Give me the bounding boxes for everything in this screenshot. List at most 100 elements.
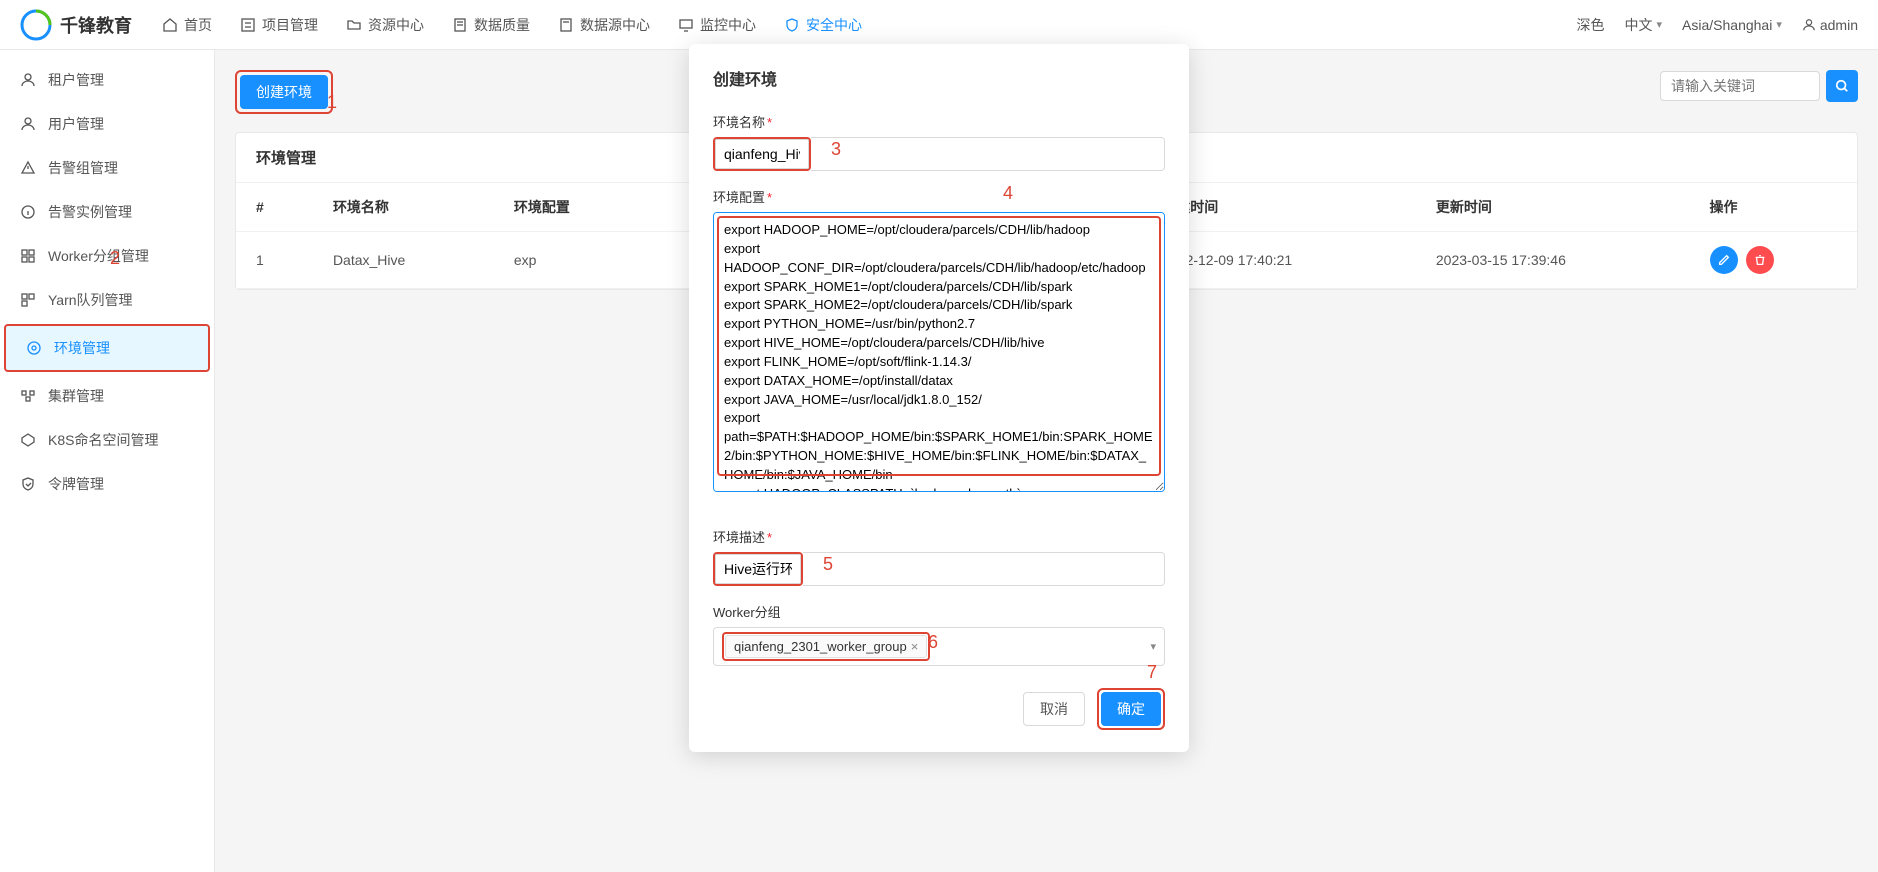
- ok-highlight: 确定: [1097, 688, 1165, 730]
- cell-name: Datax_Hive: [313, 232, 494, 289]
- sidebar-item-yarn-queue[interactable]: Yarn队列管理: [0, 278, 214, 322]
- sidebar-item-token[interactable]: 令牌管理: [0, 462, 214, 506]
- nav-label: 资源中心: [368, 15, 424, 35]
- delete-button[interactable]: [1746, 246, 1774, 274]
- sidebar-item-k8s[interactable]: K8S命名空间管理: [0, 418, 214, 462]
- env-icon: [26, 340, 42, 356]
- ok-button[interactable]: 确定: [1101, 692, 1161, 726]
- name-label: 环境名称*: [713, 112, 1165, 131]
- cell-actions: [1690, 232, 1857, 289]
- nav-security[interactable]: 安全中心: [784, 15, 862, 35]
- search-icon: [1835, 79, 1849, 93]
- environment-name-input[interactable]: [715, 139, 809, 169]
- k8s-icon: [20, 432, 36, 448]
- user-icon: [20, 116, 36, 132]
- tag-remove-icon[interactable]: ×: [911, 639, 919, 654]
- search-input[interactable]: [1660, 71, 1820, 101]
- grid-icon: [20, 248, 36, 264]
- nav-label: 安全中心: [806, 15, 862, 35]
- chevron-down-icon: ▾: [1657, 18, 1663, 31]
- sidebar-label: Yarn队列管理: [48, 290, 133, 310]
- sidebar: 租户管理 用户管理 告警组管理 告警实例管理 Worker分组管理 Yarn队列…: [0, 50, 215, 872]
- sidebar-label: 告警组管理: [48, 158, 118, 178]
- logo: 千锋教育: [20, 9, 132, 41]
- token-icon: [20, 476, 36, 492]
- nav-project[interactable]: 项目管理: [240, 15, 318, 35]
- desc-highlight: [713, 552, 803, 586]
- worker-group-select[interactable]: qianfeng_2301_worker_group × ▾ 6: [713, 627, 1165, 666]
- modal-footer: 7 取消 确定: [713, 688, 1165, 730]
- worker-tag-highlight: qianfeng_2301_worker_group ×: [722, 632, 930, 661]
- create-button-highlight: 创建环境: [235, 70, 333, 114]
- cancel-button[interactable]: 取消: [1023, 692, 1085, 726]
- language-select[interactable]: 中文 ▾: [1625, 15, 1663, 35]
- modal-title: 创建环境: [713, 66, 1165, 90]
- nav-resource[interactable]: 资源中心: [346, 15, 424, 35]
- sidebar-item-alarm-instance[interactable]: 告警实例管理: [0, 190, 214, 234]
- sidebar-item-tenant[interactable]: 租户管理: [0, 58, 214, 102]
- nav-label: 项目管理: [262, 15, 318, 35]
- desc-label: 环境描述*: [713, 527, 1165, 546]
- th-index: #: [236, 183, 313, 232]
- logo-icon: [20, 9, 52, 41]
- nav-label: 首页: [184, 15, 212, 35]
- th-updated: 更新时间: [1416, 183, 1690, 232]
- folder-icon: [346, 17, 362, 33]
- worker-label: Worker分组: [713, 602, 1165, 621]
- create-environment-modal: 创建环境 环境名称* 3 环境配置* 4 环境描述* 5 Worker分组 qi…: [689, 44, 1189, 752]
- home-icon: [162, 17, 178, 33]
- sidebar-item-user[interactable]: 用户管理: [0, 102, 214, 146]
- nav-label: 数据源中心: [580, 15, 650, 35]
- sidebar-label: K8S命名空间管理: [48, 430, 158, 450]
- shield-icon: [784, 17, 800, 33]
- environment-desc-input[interactable]: [715, 554, 801, 584]
- nav: 首页 项目管理 资源中心 数据质量 数据源中心 监控中心 安全中心: [162, 15, 1577, 35]
- chevron-down-icon: ▾: [1150, 640, 1156, 653]
- sidebar-item-cluster[interactable]: 集群管理: [0, 374, 214, 418]
- sidebar-label: 环境管理: [54, 338, 110, 358]
- search-wrap: [1660, 70, 1858, 102]
- grid-icon: [20, 292, 36, 308]
- cell-updated: 2023-03-15 17:39:46: [1416, 232, 1690, 289]
- sidebar-label: 集群管理: [48, 386, 104, 406]
- user-icon: [20, 72, 36, 88]
- sidebar-item-environment[interactable]: 环境管理: [4, 324, 210, 372]
- environment-config-textarea[interactable]: [713, 212, 1165, 492]
- th-name: 环境名称: [313, 183, 494, 232]
- sidebar-label: 告警实例管理: [48, 202, 132, 222]
- info-icon: [20, 204, 36, 220]
- cell-index: 1: [236, 232, 313, 289]
- nav-datasource[interactable]: 数据源中心: [558, 15, 650, 35]
- nav-quality[interactable]: 数据质量: [452, 15, 530, 35]
- sidebar-label: 令牌管理: [48, 474, 104, 494]
- sidebar-item-alarm-group[interactable]: 告警组管理: [0, 146, 214, 190]
- doc-icon: [558, 17, 574, 33]
- search-button[interactable]: [1826, 70, 1858, 102]
- sidebar-label: 用户管理: [48, 114, 104, 134]
- nav-monitor[interactable]: 监控中心: [678, 15, 756, 35]
- user-menu[interactable]: admin: [1802, 17, 1858, 33]
- delete-icon: [1753, 253, 1767, 267]
- warning-icon: [20, 160, 36, 176]
- name-highlight: [713, 137, 811, 171]
- theme-toggle[interactable]: 深色: [1577, 15, 1605, 35]
- sidebar-item-worker-group[interactable]: Worker分组管理: [0, 234, 214, 278]
- header: 千锋教育 首页 项目管理 资源中心 数据质量 数据源中心 监控中心 安全中心 深…: [0, 0, 1878, 50]
- user-icon: [1802, 18, 1816, 32]
- worker-group-tag: qianfeng_2301_worker_group ×: [725, 635, 927, 658]
- sidebar-label: Worker分组管理: [48, 246, 149, 266]
- nav-label: 数据质量: [474, 15, 530, 35]
- edit-button[interactable]: [1710, 246, 1738, 274]
- monitor-icon: [678, 17, 694, 33]
- list-icon: [240, 17, 256, 33]
- logo-text: 千锋教育: [60, 12, 132, 38]
- annotation-4: 4: [1003, 183, 1013, 204]
- timezone-select[interactable]: Asia/Shanghai ▾: [1682, 17, 1782, 33]
- nav-home[interactable]: 首页: [162, 15, 212, 35]
- create-environment-button[interactable]: 创建环境: [240, 75, 328, 109]
- header-right: 深色 中文 ▾ Asia/Shanghai ▾ admin: [1577, 15, 1859, 35]
- doc-icon: [452, 17, 468, 33]
- nav-label: 监控中心: [700, 15, 756, 35]
- config-label: 环境配置* 4: [713, 187, 1165, 206]
- chevron-down-icon: ▾: [1776, 18, 1782, 31]
